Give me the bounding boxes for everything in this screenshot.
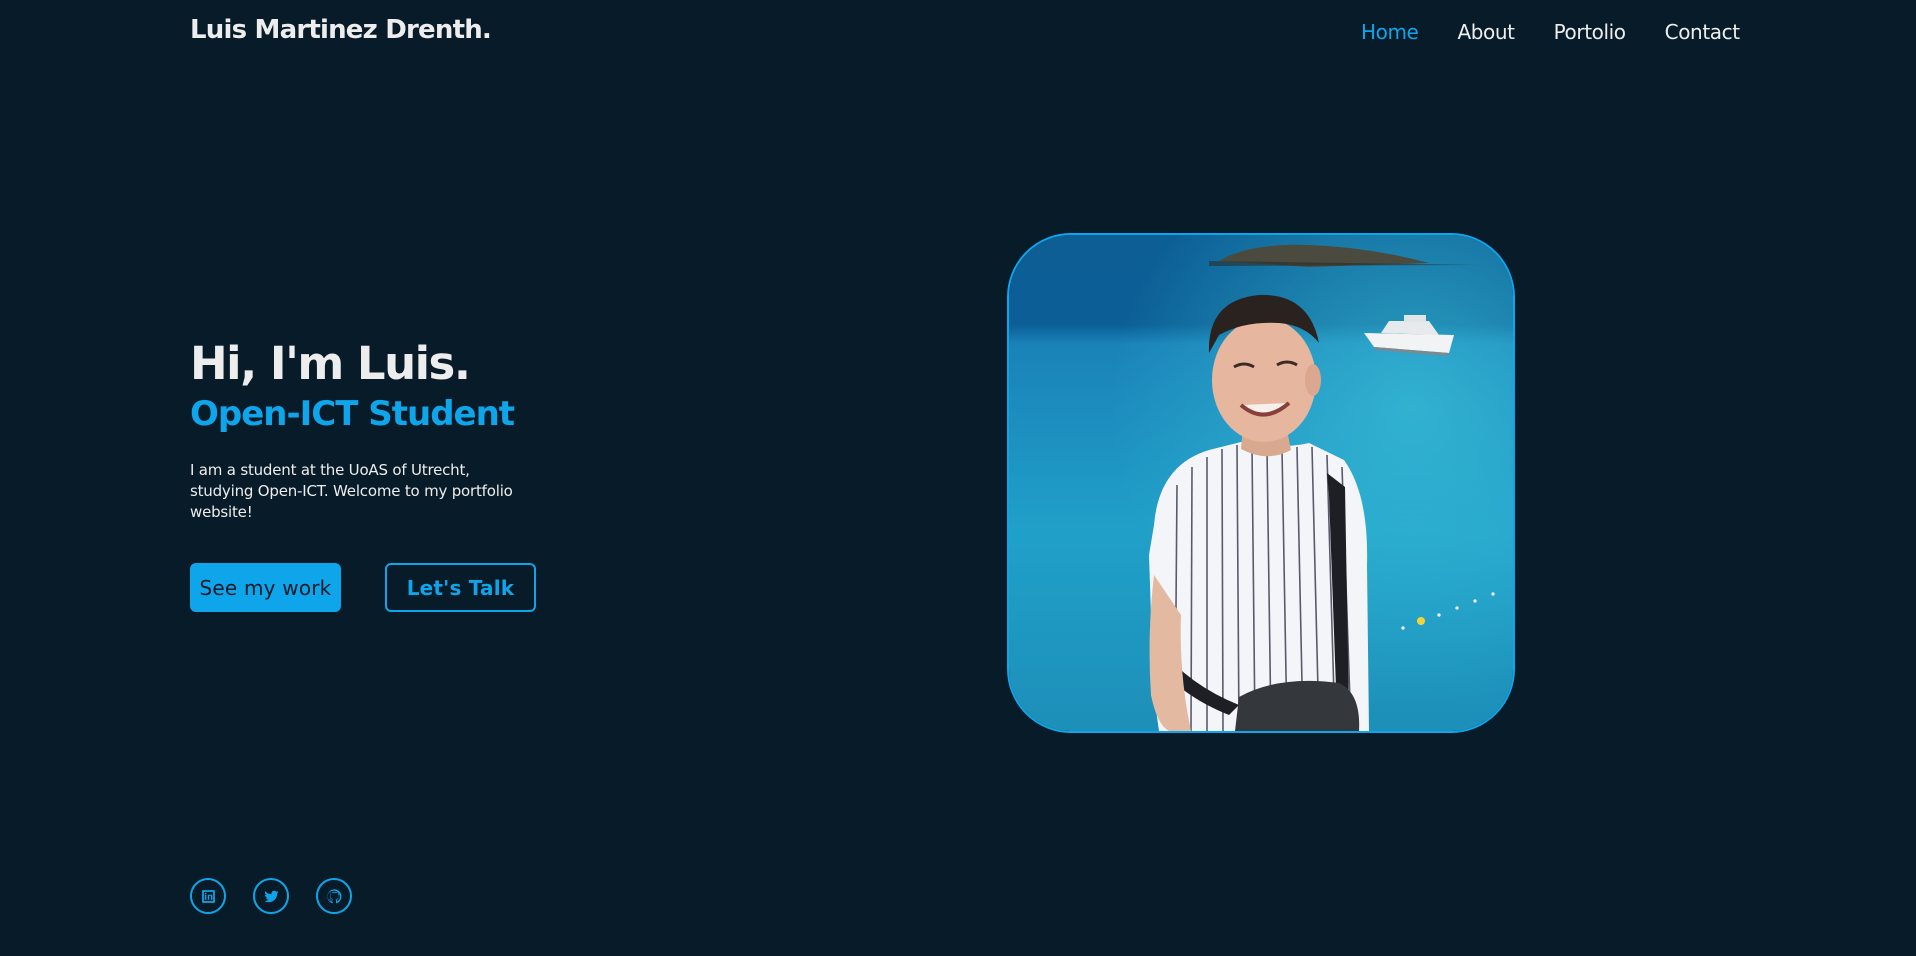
page: Luis Martinez Drenth. Home About Portoli… (0, 0, 1916, 956)
site-header: Luis Martinez Drenth. Home About Portoli… (0, 0, 1916, 64)
hero-text: Hi, I'm Luis. Open-ICT Student I am a st… (190, 336, 520, 538)
github-link[interactable] (316, 878, 352, 914)
nav-link-portfolio[interactable]: Portolio (1554, 20, 1626, 44)
linkedin-icon (201, 889, 215, 903)
nav-link-home[interactable]: Home (1361, 20, 1419, 44)
hero-role: Open-ICT Student (190, 394, 515, 434)
github-icon (326, 888, 341, 903)
profile-photo (1007, 233, 1515, 733)
nav-link-contact[interactable]: Contact (1665, 20, 1740, 44)
see-my-work-button[interactable]: See my work (190, 563, 341, 612)
lets-talk-button[interactable]: Let's Talk (385, 563, 536, 612)
hero-intro: I am a student at the UoAS of Utrecht, s… (190, 461, 513, 521)
main-nav: Home About Portolio Contact (1361, 20, 1779, 44)
twitter-link[interactable] (253, 878, 289, 914)
social-links (190, 878, 379, 914)
twitter-icon (263, 890, 279, 902)
nav-link-about[interactable]: About (1457, 20, 1515, 44)
hero-greeting: Hi, I'm Luis. (190, 337, 471, 390)
linkedin-link[interactable] (190, 878, 226, 914)
site-logo[interactable]: Luis Martinez Drenth. (190, 15, 492, 45)
profile-photo-image (1009, 235, 1513, 731)
